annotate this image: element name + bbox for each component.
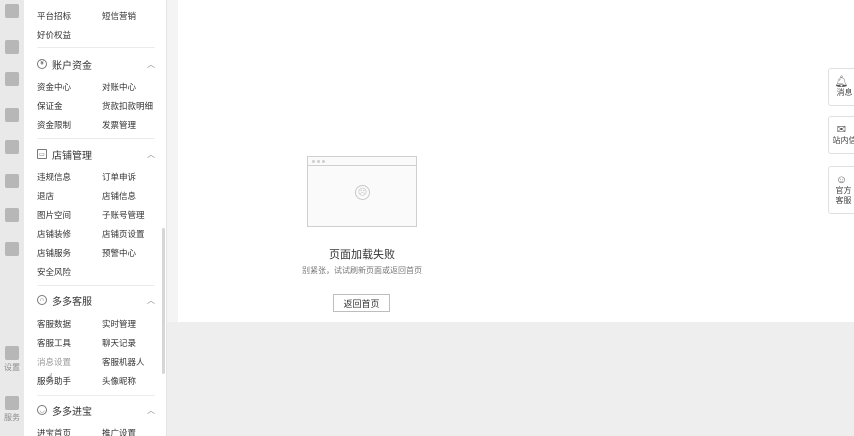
menu-item[interactable]: 客服工具 xyxy=(37,337,71,349)
error-title: 页面加载失败 xyxy=(329,249,395,261)
group-title: 多多进宝 xyxy=(52,406,92,418)
menu-item[interactable]: 头像昵称 xyxy=(102,375,136,387)
menu-item[interactable]: 推广设置 xyxy=(102,427,136,436)
group-head-store-management[interactable]: ▭ 店铺管理 ︿ xyxy=(37,146,155,162)
group-head-customer-service[interactable]: ∩ 多多客服 ︿ xyxy=(37,292,155,308)
app-root: 设置 服务 平台招标 短信营销 好价权益 ¥ 账户资金 ︿ 资金中心 对账中心 … xyxy=(0,0,854,436)
chevron-up-icon: ︿ xyxy=(147,295,155,305)
menu-item[interactable]: 消息设置 xyxy=(37,356,71,368)
shield-icon[interactable] xyxy=(5,208,19,222)
menu-item[interactable]: 好价权益 xyxy=(37,29,71,41)
chevron-up-icon: ︿ xyxy=(147,405,155,415)
float-label: 消息 xyxy=(836,88,853,97)
group-title: 店铺管理 xyxy=(52,150,92,162)
back-home-button[interactable]: 返回首页 xyxy=(333,294,390,312)
settings-icon[interactable] xyxy=(5,346,19,360)
doc-icon[interactable] xyxy=(5,4,19,18)
menu-item[interactable]: 退店 xyxy=(37,190,54,202)
menu-item[interactable]: 货款扣款明细 xyxy=(102,100,153,112)
float-messages-button[interactable]: 🔔︎ 消息 xyxy=(828,68,854,106)
error-subtitle: 别紧张，试试刷新页面或返回首页 xyxy=(302,266,422,275)
menu-item[interactable]: 子账号管理 xyxy=(102,209,145,221)
menu-scrollbar[interactable] xyxy=(162,228,165,374)
lock-icon[interactable] xyxy=(5,140,19,154)
browser-dot xyxy=(322,159,325,163)
browser-dot xyxy=(317,159,320,163)
rail-label-service: 服务 xyxy=(4,413,20,422)
float-inbox-button[interactable]: ✉ 站内信 xyxy=(828,116,854,154)
group-head-duoduo-jinbao[interactable]: ◡ 多多进宝 ︿ xyxy=(37,402,155,418)
menu-item[interactable]: 违规信息 xyxy=(37,171,71,183)
bell-icon: 🔔︎ xyxy=(834,76,849,88)
store-icon: ▭ xyxy=(37,149,47,159)
divider xyxy=(37,285,155,286)
menu-item[interactable]: 订单申诉 xyxy=(102,171,136,183)
menu-item[interactable]: 平台招标 xyxy=(37,10,71,22)
browser-dot xyxy=(312,159,315,163)
float-label: 站内信 xyxy=(832,136,854,145)
menu-item[interactable]: 安全风险 xyxy=(37,266,71,278)
menu-item[interactable]: 聊天记录 xyxy=(102,337,136,349)
menu-item[interactable]: 店铺服务 xyxy=(37,247,71,259)
tag-icon[interactable] xyxy=(5,108,19,122)
menu-item[interactable]: 店铺装修 xyxy=(37,228,71,240)
divider xyxy=(37,395,155,396)
menu-item[interactable]: 资金限制 xyxy=(37,119,71,131)
nav-rail: 设置 服务 xyxy=(0,0,24,436)
menu-item[interactable]: 对账中心 xyxy=(102,81,136,93)
error-illustration: ☹ xyxy=(307,156,417,227)
promo-icon: ◡ xyxy=(37,405,47,415)
group-title: 账户资金 xyxy=(52,60,92,72)
divider xyxy=(37,138,155,139)
content-gutter xyxy=(167,0,178,322)
divider xyxy=(37,47,155,48)
service-rail-icon[interactable] xyxy=(5,396,19,410)
menu-item[interactable]: 进宝首页 xyxy=(37,427,71,436)
menu-item[interactable]: 发票管理 xyxy=(102,119,136,131)
menu-item[interactable]: 店铺信息 xyxy=(102,190,136,202)
content-footer-area xyxy=(167,322,854,436)
service-icon: ☺ xyxy=(835,174,848,186)
headset-icon: ∩ xyxy=(37,295,47,305)
chart-icon[interactable] xyxy=(5,72,19,86)
menu-item[interactable]: 图片空间 xyxy=(37,209,71,221)
sad-face-icon: ☹ xyxy=(355,185,370,200)
menu-item[interactable]: 预警中心 xyxy=(102,247,136,259)
menu-item[interactable]: 客服机器人 xyxy=(102,356,145,368)
group-head-account-funds[interactable]: ¥ 账户资金 ︿ xyxy=(37,56,155,72)
mouse-cursor-icon: ☝ xyxy=(46,371,54,385)
yen-icon: ¥ xyxy=(37,59,47,69)
float-label: 官方客服 xyxy=(835,186,852,205)
menu-item[interactable]: 短信营销 xyxy=(102,10,136,22)
group-title: 多多客服 xyxy=(52,296,92,308)
bag-icon[interactable] xyxy=(5,40,19,54)
menu-item[interactable]: 服务助手 xyxy=(37,375,71,387)
menu-item[interactable]: 保证金 xyxy=(37,100,63,112)
float-service-button[interactable]: ☺ 官方客服 xyxy=(828,166,854,214)
menu-item[interactable]: 实时管理 xyxy=(102,318,136,330)
megaphone-icon[interactable] xyxy=(5,242,19,256)
menu-item[interactable]: 资金中心 xyxy=(37,81,71,93)
chevron-up-icon: ︿ xyxy=(147,59,155,69)
menu-item[interactable]: 店铺页设置 xyxy=(102,228,145,240)
grid-icon[interactable] xyxy=(5,174,19,188)
chevron-up-icon: ︿ xyxy=(147,149,155,159)
browser-bar xyxy=(308,157,416,166)
mail-icon: ✉ xyxy=(836,124,847,136)
rail-label-settings: 设置 xyxy=(4,363,20,372)
menu-item[interactable]: 客服数据 xyxy=(37,318,71,330)
